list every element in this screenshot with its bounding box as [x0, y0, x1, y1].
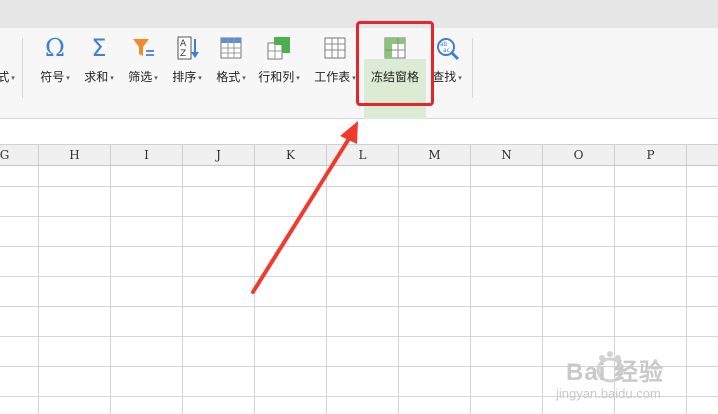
watermark-url: jingyan.baidu.com: [556, 386, 661, 401]
watermark-text: Bai 经验: [566, 359, 665, 386]
